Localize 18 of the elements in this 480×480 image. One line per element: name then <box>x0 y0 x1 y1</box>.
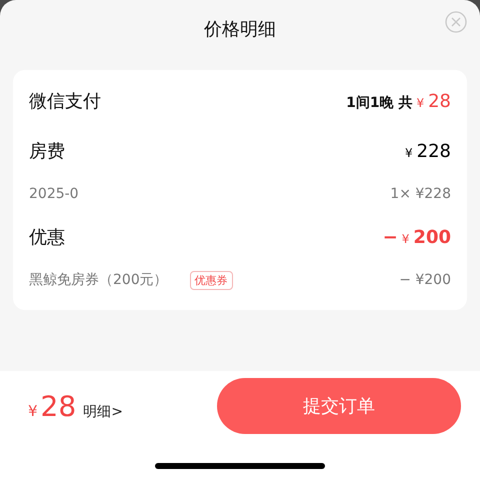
item-description: 黑鲸免房券（200元） <box>29 271 168 289</box>
section-amount: − ¥ 200 <box>382 226 451 248</box>
item-price: − ¥200 <box>399 272 451 288</box>
payment-total: 28 <box>428 90 451 112</box>
section-amount: ¥ 228 <box>405 140 451 162</box>
currency-symbol: ¥ <box>28 402 38 420</box>
item-price: 1× ¥228 <box>390 186 451 202</box>
sheet-title: 价格明细 <box>204 18 276 41</box>
stay-summary: 1间1晚 共 <box>346 94 412 112</box>
section-label: 房费 <box>29 140 65 163</box>
section-label: 优惠 <box>29 226 65 249</box>
currency-symbol: ¥ <box>416 96 424 110</box>
total-price: 28 <box>40 390 76 422</box>
coupon-tag: 优惠券 <box>190 270 233 290</box>
details-link[interactable]: 明细> <box>83 402 123 420</box>
payment-method: 微信支付 <box>29 90 101 113</box>
close-icon[interactable] <box>445 11 467 33</box>
item-description: 2025-0 <box>29 186 79 202</box>
